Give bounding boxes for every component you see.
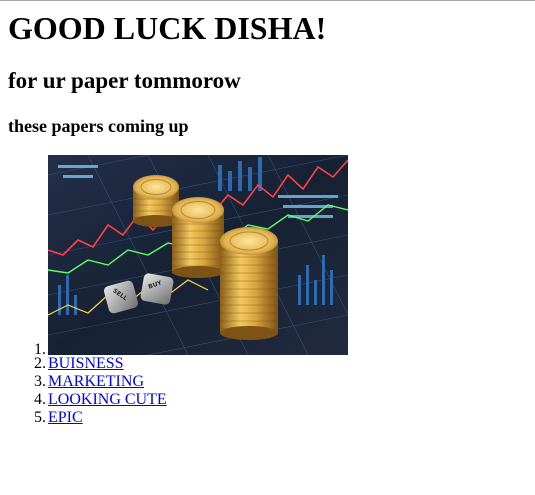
page-subtitle: for ur paper tommorow <box>8 68 241 93</box>
marketing-link[interactable]: MARKETING <box>48 373 144 390</box>
section-heading: these papers coming up <box>8 116 189 136</box>
list-item: 5. EPIC <box>8 409 167 427</box>
list-item: 1. SELL BUY <box>8 155 348 358</box>
epic-link[interactable]: EPIC <box>48 409 83 426</box>
list-item: 2. BUISNESS <box>8 355 167 373</box>
browser-top-border <box>0 0 535 1</box>
list-number: 3. <box>34 373 46 390</box>
list-number: 4. <box>34 391 46 408</box>
business-link[interactable]: BUISNESS <box>48 355 124 372</box>
list-item: 4. LOOKING CUTE <box>8 391 167 409</box>
list-item: 3. MARKETING <box>8 373 167 391</box>
list-number: 2. <box>34 355 46 372</box>
list-number: 5. <box>34 409 46 426</box>
looking-cute-link[interactable]: LOOKING CUTE <box>48 391 167 408</box>
finance-coins-chart-image: SELL BUY <box>48 155 348 355</box>
papers-list: 1. SELL BUY 2. BUISNESS 3. MARKETING 4. … <box>8 155 348 427</box>
page-title: GOOD LUCK DISHA! <box>8 10 327 46</box>
